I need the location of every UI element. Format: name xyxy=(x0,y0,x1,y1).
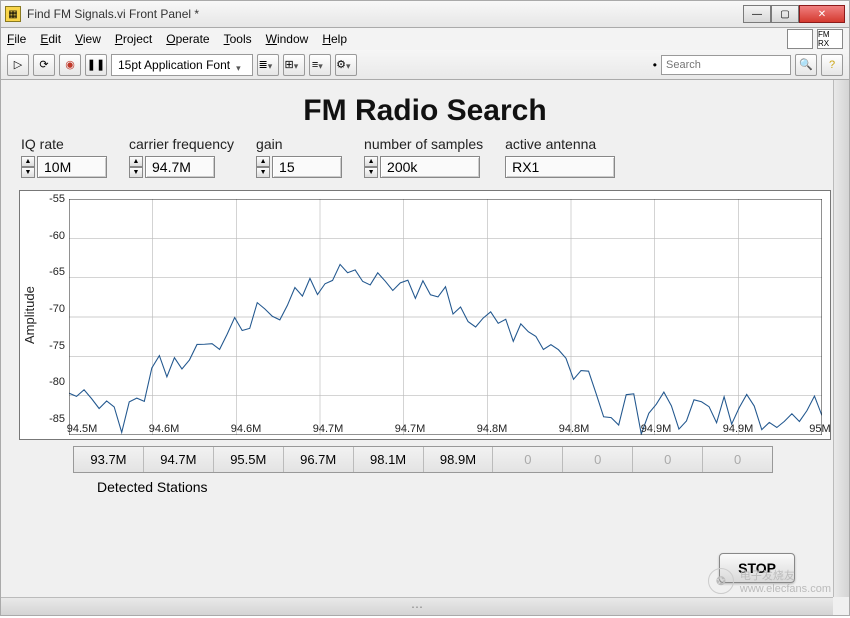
chevron-down-icon xyxy=(294,60,304,70)
minimize-button[interactable]: — xyxy=(743,5,771,23)
station-cell[interactable]: 0 xyxy=(493,447,563,472)
iq-rate-control: IQ rate ▲▼ 10M xyxy=(21,136,107,178)
detected-stations-label: Detected Stations xyxy=(97,479,833,495)
window-title: Find FM Signals.vi Front Panel * xyxy=(27,7,737,21)
stop-button[interactable]: STOP xyxy=(719,553,795,583)
y-axis-label: Amplitude xyxy=(20,191,39,439)
vi-icon-pair: FM RX xyxy=(787,29,843,49)
abort-button[interactable]: ◉ xyxy=(59,54,81,76)
station-cell[interactable]: 98.1M xyxy=(354,447,424,472)
watermark-url: www.elecfans.com xyxy=(740,583,831,595)
front-panel: FM Radio Search IQ rate ▲▼ 10M carrier f… xyxy=(0,80,850,616)
station-cell[interactable]: 98.9M xyxy=(424,447,494,472)
chevron-down-icon xyxy=(268,60,278,70)
iq-rate-field[interactable]: 10M xyxy=(37,156,107,178)
menu-view[interactable]: View xyxy=(75,32,101,46)
horizontal-scrollbar[interactable]: ⋯ xyxy=(1,597,833,615)
station-cell[interactable]: 95.5M xyxy=(214,447,284,472)
resize-button[interactable]: ≡ xyxy=(309,54,331,76)
search-button[interactable]: 🔍 xyxy=(795,54,817,76)
menubar: File Edit View Project Operate Tools Win… xyxy=(0,28,850,50)
station-cell[interactable]: 0 xyxy=(633,447,703,472)
gain-control: gain ▲▼ 15 xyxy=(256,136,342,178)
help-button[interactable]: ? xyxy=(821,54,843,76)
app-icon: ▦ xyxy=(5,6,21,22)
menu-tools[interactable]: Tools xyxy=(224,32,252,46)
nsamples-label: number of samples xyxy=(364,136,483,152)
menu-project[interactable]: Project xyxy=(115,32,152,46)
gain-label: gain xyxy=(256,136,342,152)
carrier-spinner[interactable]: ▲▼ xyxy=(129,156,143,178)
antenna-label: active antenna xyxy=(505,136,615,152)
nsamples-field[interactable]: 200k xyxy=(380,156,480,178)
toolbar: ▷ ⟳ ◉ ❚❚ 15pt Application Font ≣ ⊞ ≡ ⚙ •… xyxy=(0,50,850,80)
close-button[interactable]: ✕ xyxy=(799,5,845,23)
station-cell[interactable]: 0 xyxy=(703,447,772,472)
y-axis-ticks: -55-60-65-70-75-80-85 xyxy=(39,191,69,439)
antenna-field[interactable]: RX1 xyxy=(505,156,615,178)
menu-operate[interactable]: Operate xyxy=(166,32,209,46)
carrier-field[interactable]: 94.7M xyxy=(145,156,215,178)
gain-field[interactable]: 15 xyxy=(272,156,342,178)
search-prefix-icon: • xyxy=(653,58,657,72)
align-button[interactable]: ≣ xyxy=(257,54,279,76)
plot-area xyxy=(69,199,822,435)
vi-icon-right[interactable]: FM RX xyxy=(817,29,843,49)
menu-file[interactable]: File xyxy=(7,32,26,46)
run-button[interactable]: ▷ xyxy=(7,54,29,76)
search-input[interactable] xyxy=(661,55,791,75)
page-title: FM Radio Search xyxy=(17,94,833,128)
vi-icon-left[interactable] xyxy=(787,29,813,49)
vertical-scrollbar[interactable] xyxy=(833,80,849,597)
controls-row: IQ rate ▲▼ 10M carrier frequency ▲▼ 94.7… xyxy=(17,136,833,186)
font-label: 15pt Application Font xyxy=(118,58,230,72)
search-group: • 🔍 ? xyxy=(653,54,843,76)
carrier-label: carrier frequency xyxy=(129,136,234,152)
menu-help[interactable]: Help xyxy=(322,32,347,46)
chevron-down-icon xyxy=(236,60,246,70)
nsamples-control: number of samples ▲▼ 200k xyxy=(364,136,483,178)
station-cell[interactable]: 0 xyxy=(563,447,633,472)
gain-spinner[interactable]: ▲▼ xyxy=(256,156,270,178)
chevron-down-icon xyxy=(346,60,356,70)
station-cell[interactable]: 93.7M xyxy=(74,447,144,472)
iq-rate-label: IQ rate xyxy=(21,136,107,152)
station-cell[interactable]: 94.7M xyxy=(144,447,214,472)
font-selector[interactable]: 15pt Application Font xyxy=(111,54,253,76)
run-continuous-button[interactable]: ⟳ xyxy=(33,54,55,76)
reorder-button[interactable]: ⚙ xyxy=(335,54,357,76)
detected-stations-array[interactable]: 93.7M94.7M95.5M96.7M98.1M98.9M0000 xyxy=(73,446,773,473)
pause-button[interactable]: ❚❚ xyxy=(85,54,107,76)
antenna-control: active antenna RX1 xyxy=(505,136,615,178)
window-buttons: — ▢ ✕ xyxy=(743,5,845,23)
x-axis-ticks: 94.5M94.6M94.6M94.7M94.7M94.8M94.8M94.9M… xyxy=(82,417,820,435)
distribute-button[interactable]: ⊞ xyxy=(283,54,305,76)
iq-rate-spinner[interactable]: ▲▼ xyxy=(21,156,35,178)
nsamples-spinner[interactable]: ▲▼ xyxy=(364,156,378,178)
maximize-button[interactable]: ▢ xyxy=(771,5,799,23)
chevron-down-icon xyxy=(318,60,328,70)
spectrum-graph[interactable]: Amplitude -55-60-65-70-75-80-85 94.5M94.… xyxy=(19,190,831,440)
menu-edit[interactable]: Edit xyxy=(40,32,61,46)
menu-window[interactable]: Window xyxy=(266,32,309,46)
station-cell[interactable]: 96.7M xyxy=(284,447,354,472)
carrier-control: carrier frequency ▲▼ 94.7M xyxy=(129,136,234,178)
window-titlebar: ▦ Find FM Signals.vi Front Panel * — ▢ ✕ xyxy=(0,0,850,28)
